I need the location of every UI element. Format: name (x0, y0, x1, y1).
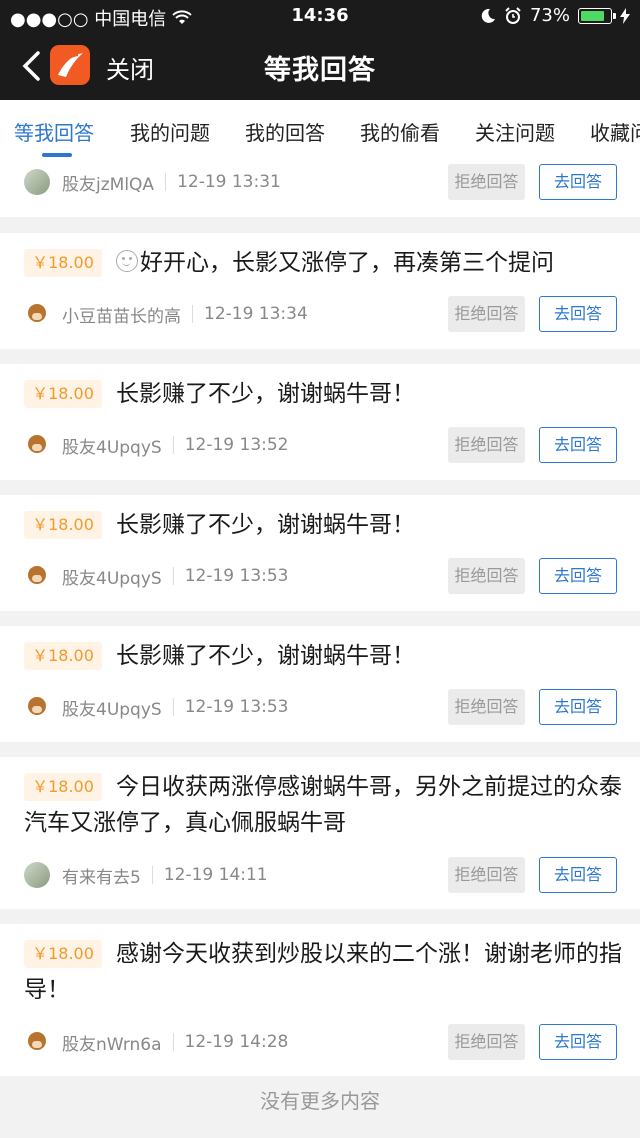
go-answer-button[interactable]: 去回答 (539, 164, 617, 200)
go-answer-button[interactable]: 去回答 (539, 857, 617, 893)
question-meta: 股友4UpqyS 12-19 13:52 (24, 427, 289, 463)
user-name: 股友4UpqyS (62, 568, 162, 589)
battery-percent: 73% (529, 5, 570, 26)
avatar (24, 301, 50, 327)
question-time: 12-19 13:53 (184, 566, 289, 586)
question-text: 好开心，长影又涨停了，再凑第三个提问 (24, 245, 624, 281)
reject-answer-button[interactable]: 拒绝回答 (448, 857, 525, 893)
question-time: 12-19 13:52 (184, 435, 289, 455)
user-name: 股友nWrn6a (62, 1034, 162, 1055)
active-tab-indicator (42, 153, 72, 157)
divider (172, 698, 174, 716)
user-name: 小豆苗苗长的高 (62, 306, 181, 327)
moon-icon (481, 8, 495, 23)
question-text: 长影赚了不少，谢谢蜗牛哥！ (116, 381, 415, 407)
avatar (24, 1029, 50, 1055)
go-answer-button[interactable]: 去回答 (539, 296, 617, 332)
avatar (24, 694, 50, 720)
alarm-icon (505, 6, 521, 24)
tab-my-peeks[interactable]: 我的偷看 (360, 117, 440, 146)
user-name: 股友jzMlQA (62, 174, 155, 195)
divider (172, 1033, 174, 1051)
no-more-content-label: 没有更多内容 (260, 1089, 380, 1113)
divider (165, 173, 167, 191)
tab-waiting-answer[interactable]: 等我回答 (14, 117, 94, 146)
avatar (24, 862, 50, 888)
question-card[interactable]: ￥18.00 感谢今天收获到炒股以来的二个涨！谢谢老师的指导！ 股友nWrn6a… (0, 924, 640, 1076)
reject-answer-button[interactable]: 拒绝回答 (448, 427, 525, 463)
question-text: 感谢今天收获到炒股以来的二个涨！谢谢老师的指导！ (24, 941, 622, 1003)
smile-emoji-icon (116, 250, 138, 272)
question-meta: 有来有去5 12-19 14:11 (24, 857, 268, 893)
user-name: 股友4UpqyS (62, 699, 162, 720)
question-card[interactable]: ￥18.00 长影赚了不少，谢谢蜗牛哥！ 股友4UpqyS 12-19 13:5… (0, 364, 640, 480)
page-title: 等我回答 (264, 55, 376, 86)
tab-bar: 等我回答 我的问题 我的回答 我的偷看 关注问题 收藏问 (0, 100, 640, 158)
divider (172, 567, 174, 585)
divider (151, 866, 153, 884)
go-answer-button[interactable]: 去回答 (539, 558, 617, 594)
reject-answer-button[interactable]: 拒绝回答 (448, 689, 525, 725)
question-card[interactable]: ￥18.00 长影赚了不少，谢谢蜗牛哥！ 股友4UpqyS 12-19 13:5… (0, 626, 640, 742)
avatar (24, 432, 50, 458)
question-meta: 股友4UpqyS 12-19 13:53 (24, 558, 289, 594)
avatar (24, 563, 50, 589)
reject-answer-button[interactable]: 拒绝回答 (448, 164, 525, 200)
battery-icon (578, 7, 616, 24)
question-meta: 小豆苗苗长的高 12-19 13:34 (24, 296, 308, 332)
question-time: 12-19 13:31 (177, 172, 281, 192)
question-meta: 股友4UpqyS 12-19 13:53 (24, 689, 289, 725)
divider (192, 305, 193, 323)
question-card[interactable]: ￥18.00 长影赚了不少，谢谢蜗牛哥！ 股友4UpqyS 12-19 13:5… (0, 495, 640, 611)
reject-answer-button[interactable]: 拒绝回答 (448, 558, 525, 594)
tab-followed-questions[interactable]: 关注问题 (475, 117, 555, 146)
question-time: 12-19 14:11 (163, 865, 268, 885)
question-text: 今日收获两涨停感谢蜗牛哥，另外之前提过的众泰汽车又涨停了，真心佩服蜗牛哥 (24, 774, 622, 836)
user-name: 股友4UpqyS (62, 437, 162, 458)
tab-favorites[interactable]: 收藏问 (590, 117, 640, 146)
question-time: 12-19 14:28 (184, 1032, 289, 1052)
question-card: 股友jzMlQA 12-19 13:31 拒绝回答 去回答 (0, 158, 640, 217)
question-text: 长影赚了不少，谢谢蜗牛哥！ (116, 643, 415, 669)
tab-my-answers[interactable]: 我的回答 (245, 117, 325, 146)
status-icons: 73% (480, 5, 630, 26)
reject-answer-button[interactable]: 拒绝回答 (448, 296, 525, 332)
reject-answer-button[interactable]: 拒绝回答 (448, 1024, 525, 1060)
go-answer-button[interactable]: 去回答 (539, 1024, 617, 1060)
user-name: 有来有去5 (62, 867, 141, 888)
tab-my-questions[interactable]: 我的问题 (130, 117, 210, 146)
question-time: 12-19 13:34 (204, 304, 308, 324)
status-bar: ●●●○○ 中国电信 14:36 73% (0, 0, 640, 32)
question-text: 长影赚了不少，谢谢蜗牛哥！ (116, 512, 415, 538)
go-answer-button[interactable]: 去回答 (539, 427, 617, 463)
question-card[interactable]: ￥18.00 今日收获两涨停感谢蜗牛哥，另外之前提过的众泰汽车又涨停了，真心佩服… (0, 757, 640, 909)
go-answer-button[interactable]: 去回答 (539, 689, 617, 725)
question-card[interactable]: ￥18.00 好开心，长影又涨停了，再凑第三个提问 小豆苗苗长的高 12-19 … (0, 233, 640, 349)
question-meta: 股友jzMlQA 12-19 13:31 (24, 164, 281, 200)
divider (172, 436, 174, 454)
question-meta: 股友nWrn6a 12-19 14:28 (24, 1024, 288, 1060)
nav-bar: 关闭 等我回答 (0, 32, 640, 100)
question-time: 12-19 13:53 (184, 697, 289, 717)
charging-icon (620, 7, 630, 24)
avatar (24, 169, 50, 195)
